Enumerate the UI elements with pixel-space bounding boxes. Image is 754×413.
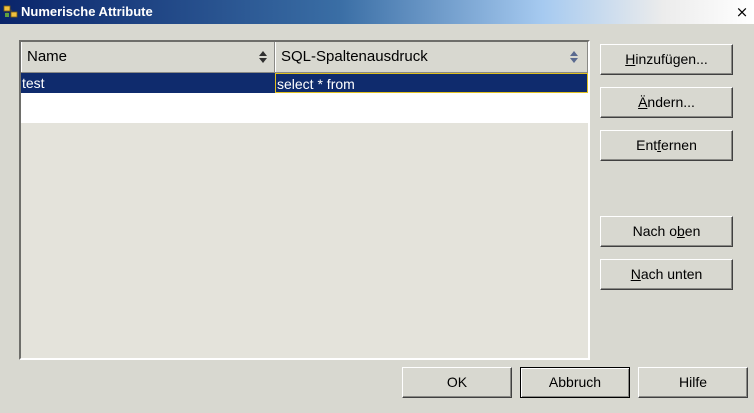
move-down-button-label: Nach unten bbox=[630, 266, 703, 282]
help-button[interactable]: Hilfe bbox=[638, 367, 748, 398]
cell-sql-expression[interactable]: select * from bbox=[275, 73, 588, 93]
cancel-button[interactable]: Abbruch bbox=[520, 367, 630, 398]
help-button-label: Hilfe bbox=[678, 374, 707, 390]
remove-button[interactable]: Entfernen bbox=[600, 130, 733, 161]
app-icon bbox=[3, 5, 18, 18]
column-header-sql-expression[interactable]: SQL-Spaltenausdruck bbox=[275, 42, 588, 72]
table-empty-row bbox=[21, 93, 588, 123]
add-button[interactable]: Hinzufügen... bbox=[600, 44, 733, 75]
window-title: Numerische Attribute bbox=[21, 4, 153, 19]
cell-name[interactable]: test bbox=[21, 73, 275, 93]
column-header-name[interactable]: Name bbox=[21, 42, 275, 72]
sort-updown-icon bbox=[570, 51, 578, 63]
table-row[interactable]: test select * from bbox=[21, 73, 588, 93]
ok-button[interactable]: OK bbox=[402, 367, 512, 398]
table-header: Name SQL-Spaltenausdruck bbox=[21, 42, 588, 73]
edit-button[interactable]: Ändern... bbox=[600, 87, 733, 118]
title-bar[interactable]: Numerische Attribute × bbox=[0, 0, 754, 24]
remove-button-label: Entfernen bbox=[636, 137, 697, 153]
add-button-label: Hinzufügen... bbox=[625, 51, 708, 67]
close-button[interactable]: × bbox=[733, 4, 751, 20]
close-icon: × bbox=[735, 3, 749, 21]
move-up-button[interactable]: Nach oben bbox=[600, 216, 733, 247]
column-header-label: SQL-Spaltenausdruck bbox=[281, 48, 428, 65]
move-down-button[interactable]: Nach unten bbox=[600, 259, 733, 290]
edit-button-label: Ändern... bbox=[638, 94, 695, 110]
ok-button-label: OK bbox=[446, 374, 468, 390]
attributes-table[interactable]: Name SQL-Spaltenausdruck test select * f… bbox=[19, 40, 590, 360]
dialog-window: Numerische Attribute × Name SQL-Spaltena… bbox=[0, 0, 754, 413]
sort-updown-icon bbox=[259, 51, 267, 63]
cancel-button-label: Abbruch bbox=[548, 374, 602, 390]
column-header-label: Name bbox=[27, 48, 68, 65]
move-up-button-label: Nach oben bbox=[632, 223, 701, 239]
